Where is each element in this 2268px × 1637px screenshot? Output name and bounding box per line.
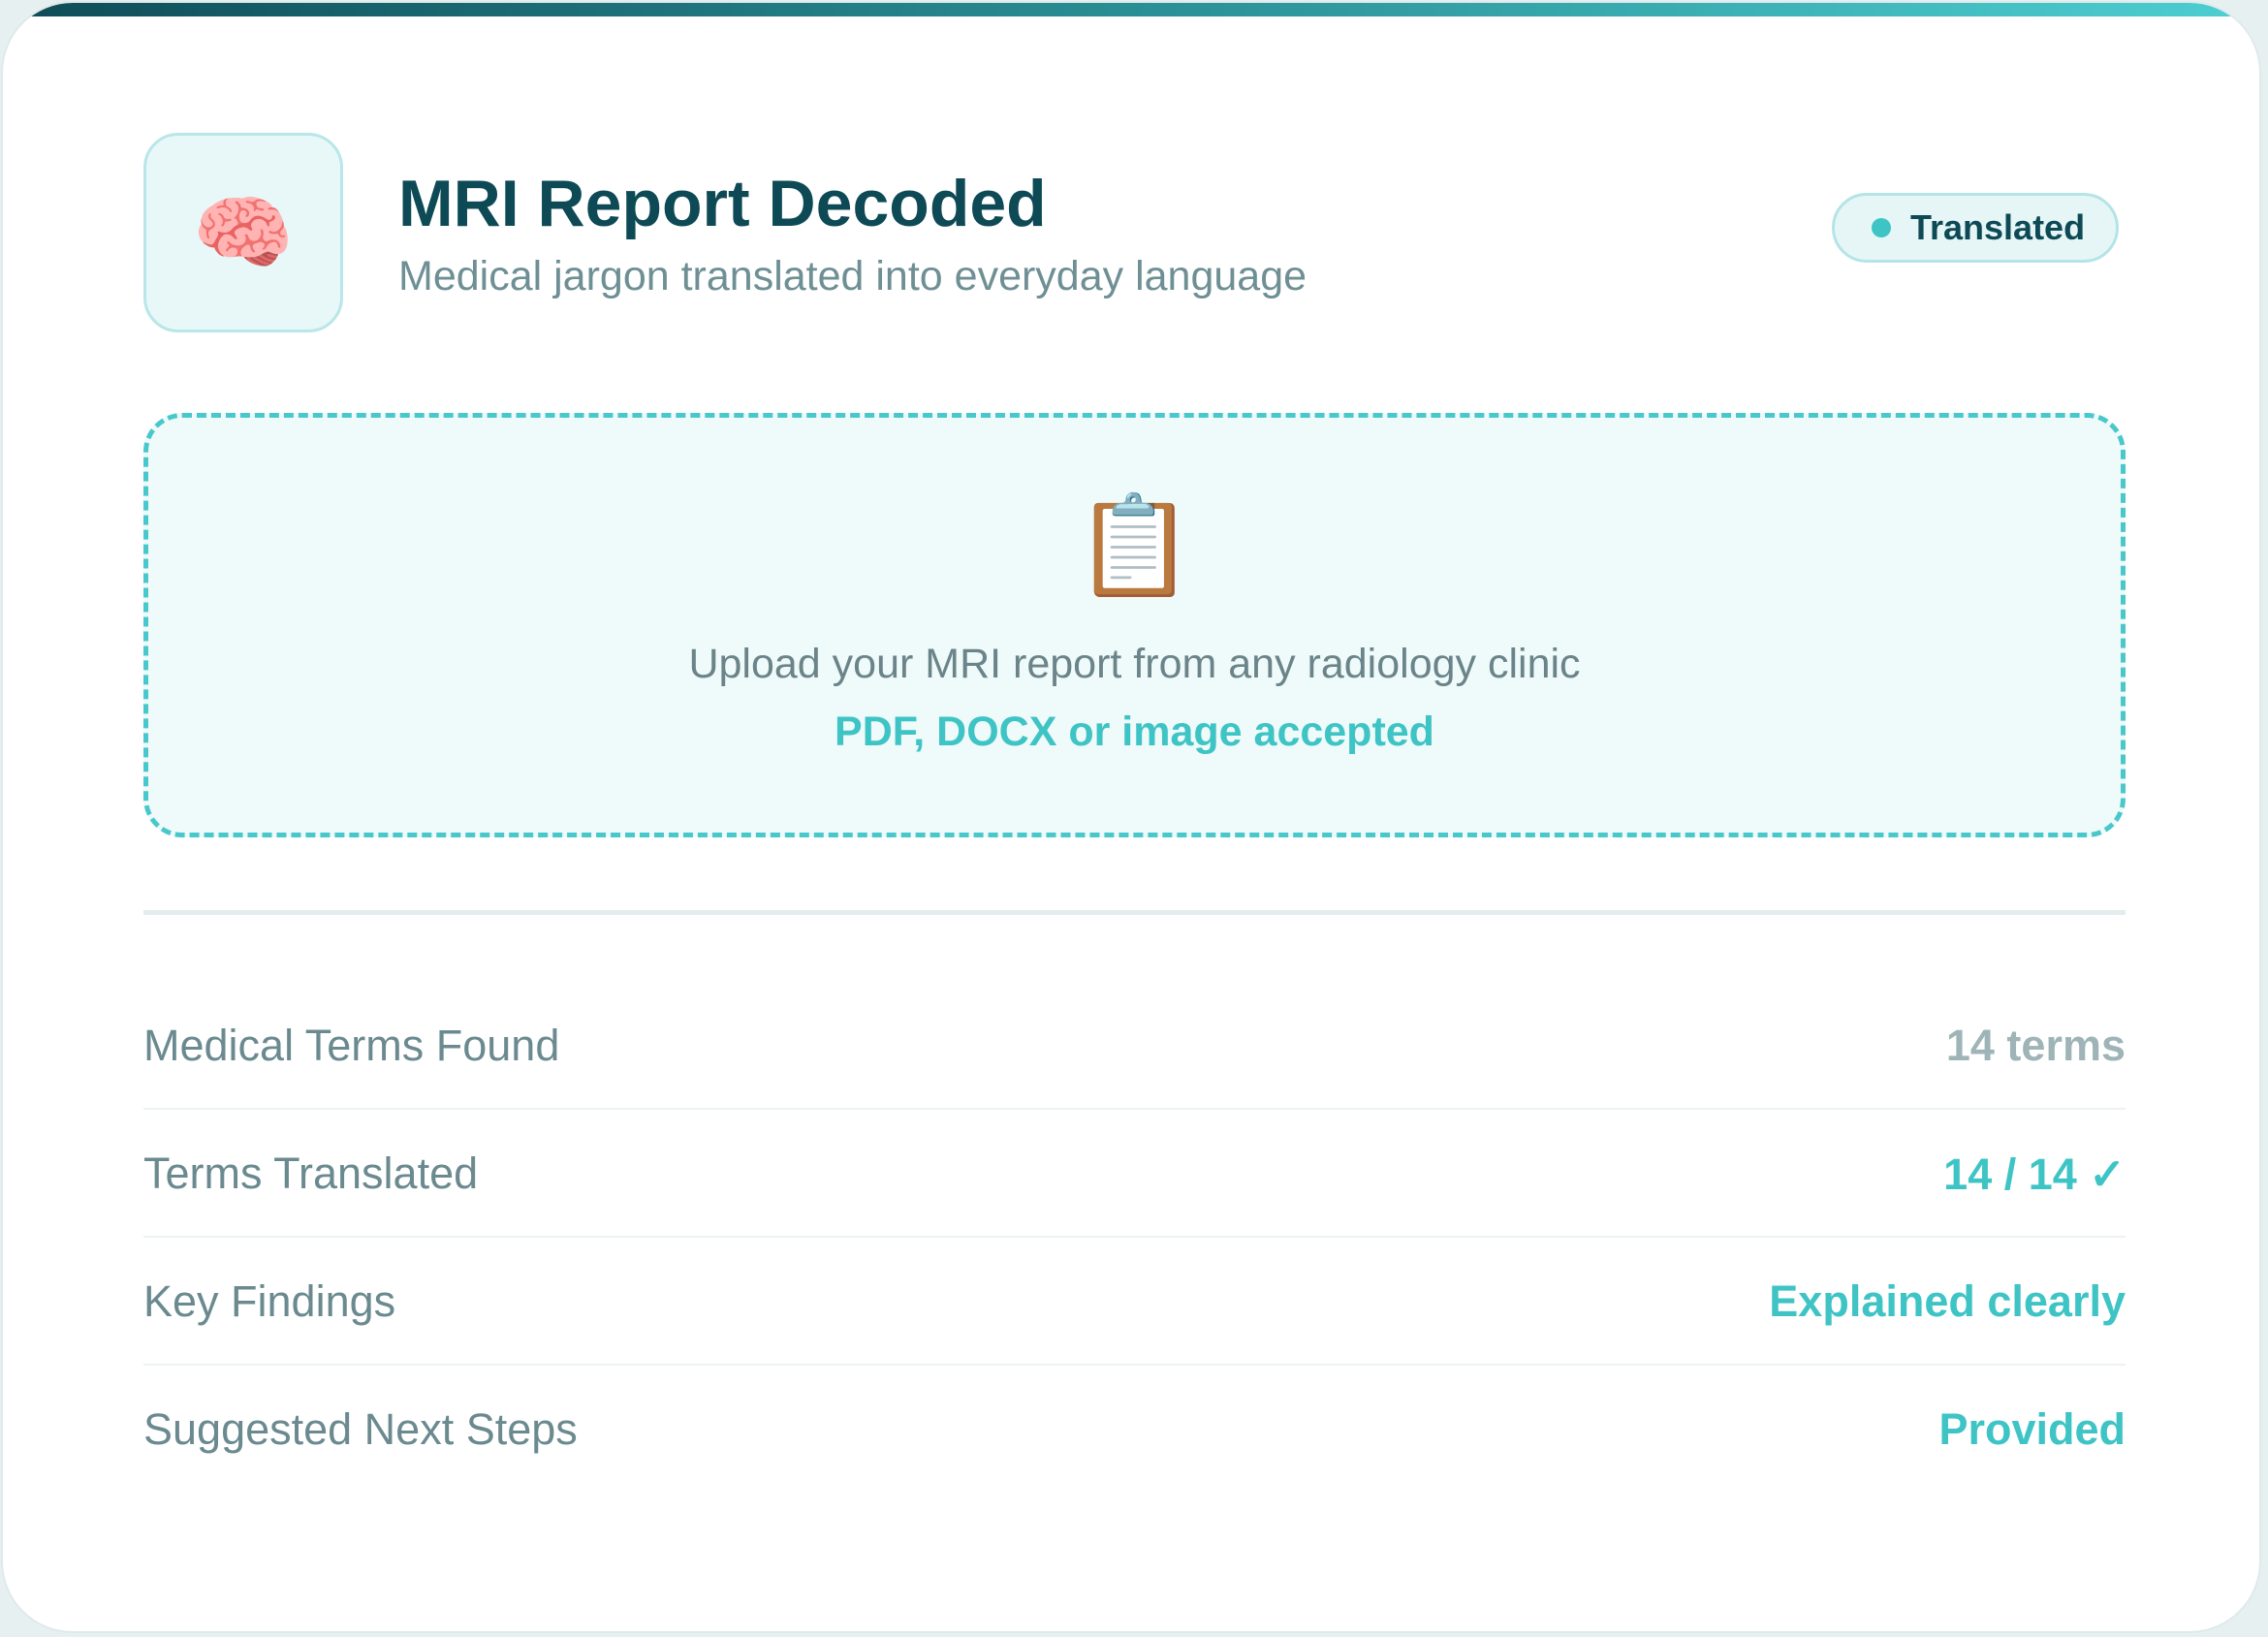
stat-row-next-steps: Suggested Next Steps Provided bbox=[143, 1366, 2126, 1494]
upload-prompt: Upload your MRI report from any radiolog… bbox=[688, 641, 1581, 687]
stat-row-terms-translated: Terms Translated 14 / 14 ✓ bbox=[143, 1110, 2126, 1238]
upload-dropzone[interactable]: 📋 Upload your MRI report from any radiol… bbox=[143, 413, 2126, 837]
stat-value: 14 / 14 ✓ bbox=[1943, 1149, 2126, 1199]
stats-list: Medical Terms Found 14 terms Terms Trans… bbox=[143, 982, 2126, 1494]
accent-bar bbox=[3, 3, 2259, 16]
stat-label: Key Findings bbox=[143, 1276, 396, 1326]
stat-value: 14 terms bbox=[1945, 1021, 2126, 1070]
page-subtitle: Medical jargon translated into everyday … bbox=[398, 253, 1307, 299]
stat-label: Suggested Next Steps bbox=[143, 1404, 578, 1454]
clipboard-icon: 📋 bbox=[1074, 491, 1195, 600]
status-dot-icon bbox=[1872, 218, 1891, 237]
header: 🧠 MRI Report Decoded Medical jargon tran… bbox=[143, 133, 2119, 332]
upload-formats: PDF, DOCX or image accepted bbox=[835, 708, 1434, 755]
status-label: Translated bbox=[1910, 207, 2086, 247]
status-badge: Translated bbox=[1832, 193, 2119, 263]
page-title: MRI Report Decoded bbox=[398, 167, 1047, 240]
stat-label: Medical Terms Found bbox=[143, 1021, 560, 1070]
stat-row-terms-found: Medical Terms Found 14 terms bbox=[143, 982, 2126, 1110]
divider bbox=[143, 910, 2126, 915]
brain-icon: 🧠 bbox=[143, 133, 343, 332]
stat-value: Explained clearly bbox=[1769, 1276, 2126, 1326]
report-card: 🧠 MRI Report Decoded Medical jargon tran… bbox=[3, 3, 2259, 1631]
stat-value: Provided bbox=[1938, 1404, 2126, 1454]
stat-label: Terms Translated bbox=[143, 1149, 479, 1198]
stat-row-key-findings: Key Findings Explained clearly bbox=[143, 1238, 2126, 1366]
